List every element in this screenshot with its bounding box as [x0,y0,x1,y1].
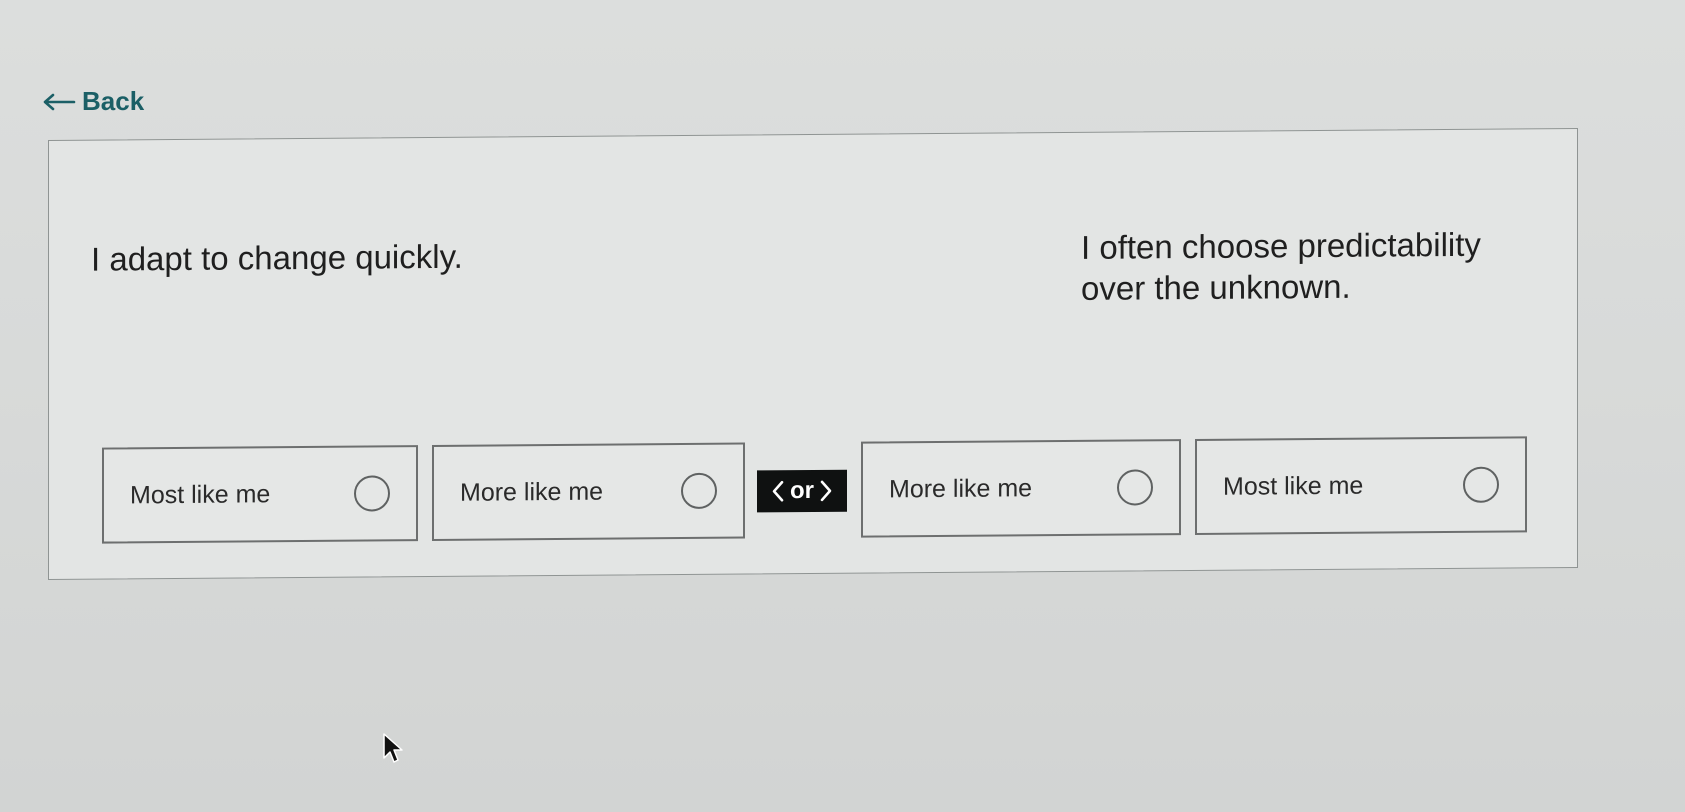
or-label: or [790,476,814,505]
option-label: Most like me [130,479,271,509]
option-more-like-right[interactable]: More like me [861,439,1181,538]
back-label: Back [82,86,145,116]
option-more-like-left[interactable]: More like me [432,442,745,541]
arrow-left-icon [43,93,76,110]
left-statement: I adapt to change quickly. [91,237,463,278]
right-statement: I often choose predictability over the u… [1081,225,1481,307]
or-divider: or [757,469,847,513]
radio-unselected-icon[interactable] [1117,469,1153,506]
radio-unselected-icon[interactable] [354,475,390,512]
option-label: More like me [889,473,1033,503]
option-most-like-left[interactable]: Most like me [102,445,418,544]
chevron-right-icon [820,480,832,502]
back-link[interactable]: Back [42,86,144,117]
question-card: I adapt to change quickly. I often choos… [48,127,1578,581]
radio-unselected-icon[interactable] [681,472,717,510]
option-most-like-right[interactable]: Most like me [1195,436,1527,535]
chevron-left-icon [772,480,784,502]
option-label: More like me [460,477,604,507]
mouse-pointer-icon [383,733,403,763]
radio-unselected-icon[interactable] [1463,466,1499,503]
option-label: Most like me [1223,471,1364,501]
